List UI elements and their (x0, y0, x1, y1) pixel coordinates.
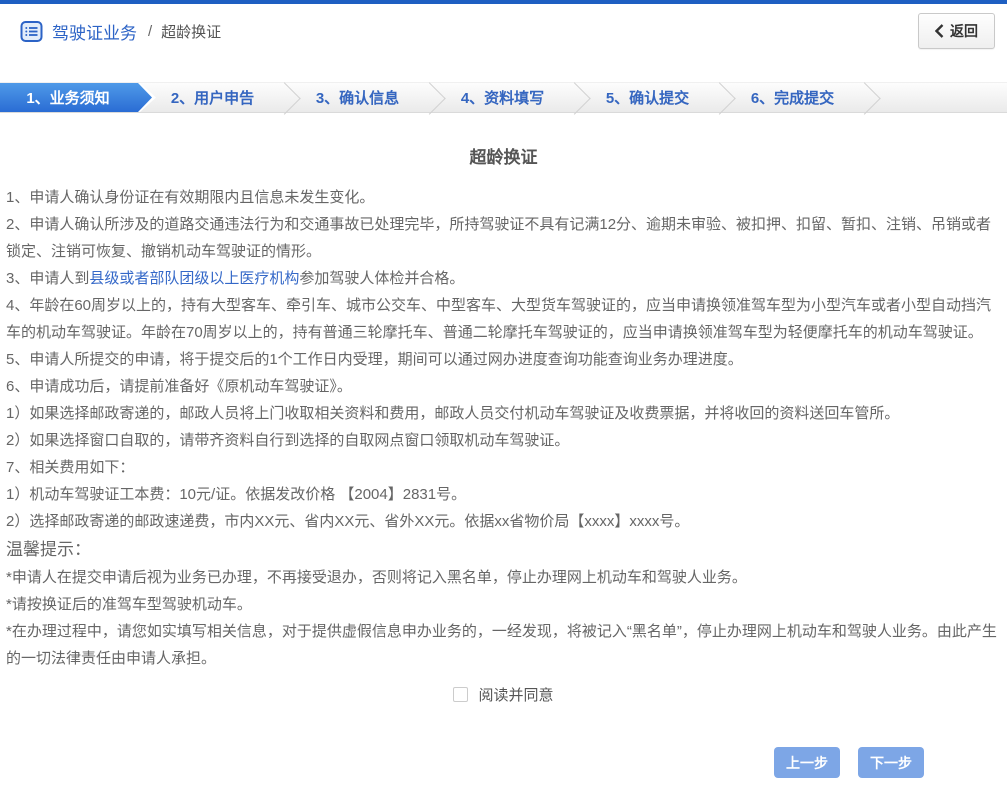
text-segment: *请按换证后的准驾车型驾驶机动车。 (6, 596, 252, 613)
text-segment: 3、申请人到 (6, 270, 89, 287)
step-4[interactable]: 4、资料填写 (430, 83, 575, 112)
notice-paragraph: 2）选择邮政寄递的邮政速递费，市内XX元、省内XX元、省外XX元。依据xx省物价… (6, 508, 1001, 535)
step-1-active[interactable]: 1、业务须知 (0, 83, 156, 112)
step-label: 5、确认提交 (606, 87, 689, 108)
page: 驾驶证业务 / 超龄换证 返回 1、业务须知 2、用户申告 3、确认信息 4、资料填写… (0, 0, 1007, 805)
agree-label: 阅读并同意 (478, 684, 553, 705)
next-step-button[interactable]: 下一步 (858, 747, 924, 778)
notice-paragraph: *请按换证后的准驾车型驾驶机动车。 (6, 591, 1001, 618)
list-icon (20, 20, 43, 43)
breadcrumb-section[interactable]: 驾驶证业务 (52, 19, 137, 44)
medical-org-link[interactable]: 县级或者部队团级以上医疗机构 (89, 270, 299, 287)
text-segment: 2、申请人确认所涉及的道路交通违法行为和交通事故已处理完毕，所持驾驶证不具有记满… (6, 216, 991, 260)
text-segment: *申请人在提交申请后视为业务已办理，不再接受退办，否则将记入黑名单，停止办理网上… (6, 569, 747, 586)
chevron-left-icon (935, 24, 944, 38)
notice-paragraph: 2）如果选择窗口自取的，请带齐资料自行到选择的自取网点窗口领取机动车驾驶证。 (6, 427, 1001, 454)
tip-title: 温馨提示： (6, 535, 1001, 564)
notice-paragraph: 3、申请人到县级或者部队团级以上医疗机构参加驾驶人体检并合格。 (6, 265, 1001, 292)
notice-paragraph: *申请人在提交申请后视为业务已办理，不再接受退办，否则将记入黑名单，停止办理网上… (6, 564, 1001, 591)
agree-row: 阅读并同意 (6, 684, 1001, 705)
notice-paragraph: 1）如果选择邮政寄递的，邮政人员将上门收取相关资料和费用，邮政人员交付机动车驾驶… (6, 400, 1001, 427)
text-segment: 2）选择邮政寄递的邮政速递费，市内XX元、省内XX元、省外XX元。依据xx省物价… (6, 513, 689, 530)
breadcrumb: 驾驶证业务 / 超龄换证 (20, 19, 221, 44)
text-segment: 2）如果选择窗口自取的，请带齐资料自行到选择的自取网点窗口领取机动车驾驶证。 (6, 432, 569, 449)
steps-bar: 1、业务须知 2、用户申告 3、确认信息 4、资料填写 5、确认提交 6、完成提交 (0, 82, 1007, 113)
step-3[interactable]: 3、确认信息 (285, 83, 430, 112)
notice-paragraph: *在办理过程中，请您如实填写相关信息，对于提供虚假信息申办业务的，一经发现，将被… (6, 618, 1001, 672)
notice-paragraph: 5、申请人所提交的申请，将于提交后的1个工作日内受理，期间可以通过网办进度查询功… (6, 346, 1001, 373)
page-title: 超龄换证 (6, 143, 1001, 168)
breadcrumb-separator: / (148, 23, 152, 40)
breadcrumb-current: 超龄换证 (161, 21, 221, 42)
notice-paragraph: 4、年龄在60周岁以上的，持有大型客车、牵引车、城市公交车、中型客车、大型货车驾… (6, 292, 1001, 346)
step-2[interactable]: 2、用户申告 (140, 83, 285, 112)
text-segment: 1）如果选择邮政寄递的，邮政人员将上门收取相关资料和费用，邮政人员交付机动车驾驶… (6, 405, 899, 422)
text-segment: 4、年龄在60周岁以上的，持有大型客车、牵引车、城市公交车、中型客车、大型货车驾… (6, 297, 991, 341)
text-segment: 1）机动车驾驶证工本费：10元/证。依据发改价格 【2004】2831号。 (6, 486, 466, 503)
text-segment: 1、申请人确认身份证在有效期限内且信息未发生变化。 (6, 189, 374, 206)
footer-actions: 上一步 下一步 (6, 747, 1001, 778)
text-segment: 参加驾驶人体检并合格。 (299, 270, 464, 287)
step-label: 4、资料填写 (461, 87, 544, 108)
content: 超龄换证 1、申请人确认身份证在有效期限内且信息未发生变化。 2、申请人确认所涉及… (0, 143, 1007, 778)
step-label: 2、用户申告 (171, 87, 254, 108)
back-button-label: 返回 (950, 21, 978, 41)
notice-paragraph: 6、申请成功后，请提前准备好《原机动车驾驶证》。 (6, 373, 1001, 400)
notice-paragraph: 1、申请人确认身份证在有效期限内且信息未发生变化。 (6, 184, 1001, 211)
step-label: 3、确认信息 (316, 87, 399, 108)
notice-paragraph: 1）机动车驾驶证工本费：10元/证。依据发改价格 【2004】2831号。 (6, 481, 1001, 508)
header: 驾驶证业务 / 超龄换证 返回 (0, 4, 1007, 58)
agree-checkbox[interactable] (453, 687, 468, 702)
step-label: 6、完成提交 (751, 87, 834, 108)
previous-step-button[interactable]: 上一步 (774, 747, 840, 778)
text-segment: *在办理过程中，请您如实填写相关信息，对于提供虚假信息申办业务的，一经发现，将被… (6, 623, 997, 667)
text-segment: 7、相关费用如下： (6, 459, 134, 476)
step-5[interactable]: 5、确认提交 (575, 83, 720, 112)
text-segment: 6、申请成功后，请提前准备好《原机动车驾驶证》。 (6, 378, 352, 395)
notice-paragraph: 7、相关费用如下： (6, 454, 1001, 481)
step-label: 1、业务须知 (26, 87, 129, 108)
notice-paragraph: 2、申请人确认所涉及的道路交通违法行为和交通事故已处理完毕，所持驾驶证不具有记满… (6, 211, 1001, 265)
notice-text: 1、申请人确认身份证在有效期限内且信息未发生变化。 2、申请人确认所涉及的道路交通… (6, 184, 1001, 672)
text-segment: 温馨提示： (6, 540, 91, 559)
back-button[interactable]: 返回 (918, 13, 995, 49)
text-segment: 5、申请人所提交的申请，将于提交后的1个工作日内受理，期间可以通过网办进度查询功… (6, 351, 743, 368)
step-6[interactable]: 6、完成提交 (720, 83, 865, 112)
